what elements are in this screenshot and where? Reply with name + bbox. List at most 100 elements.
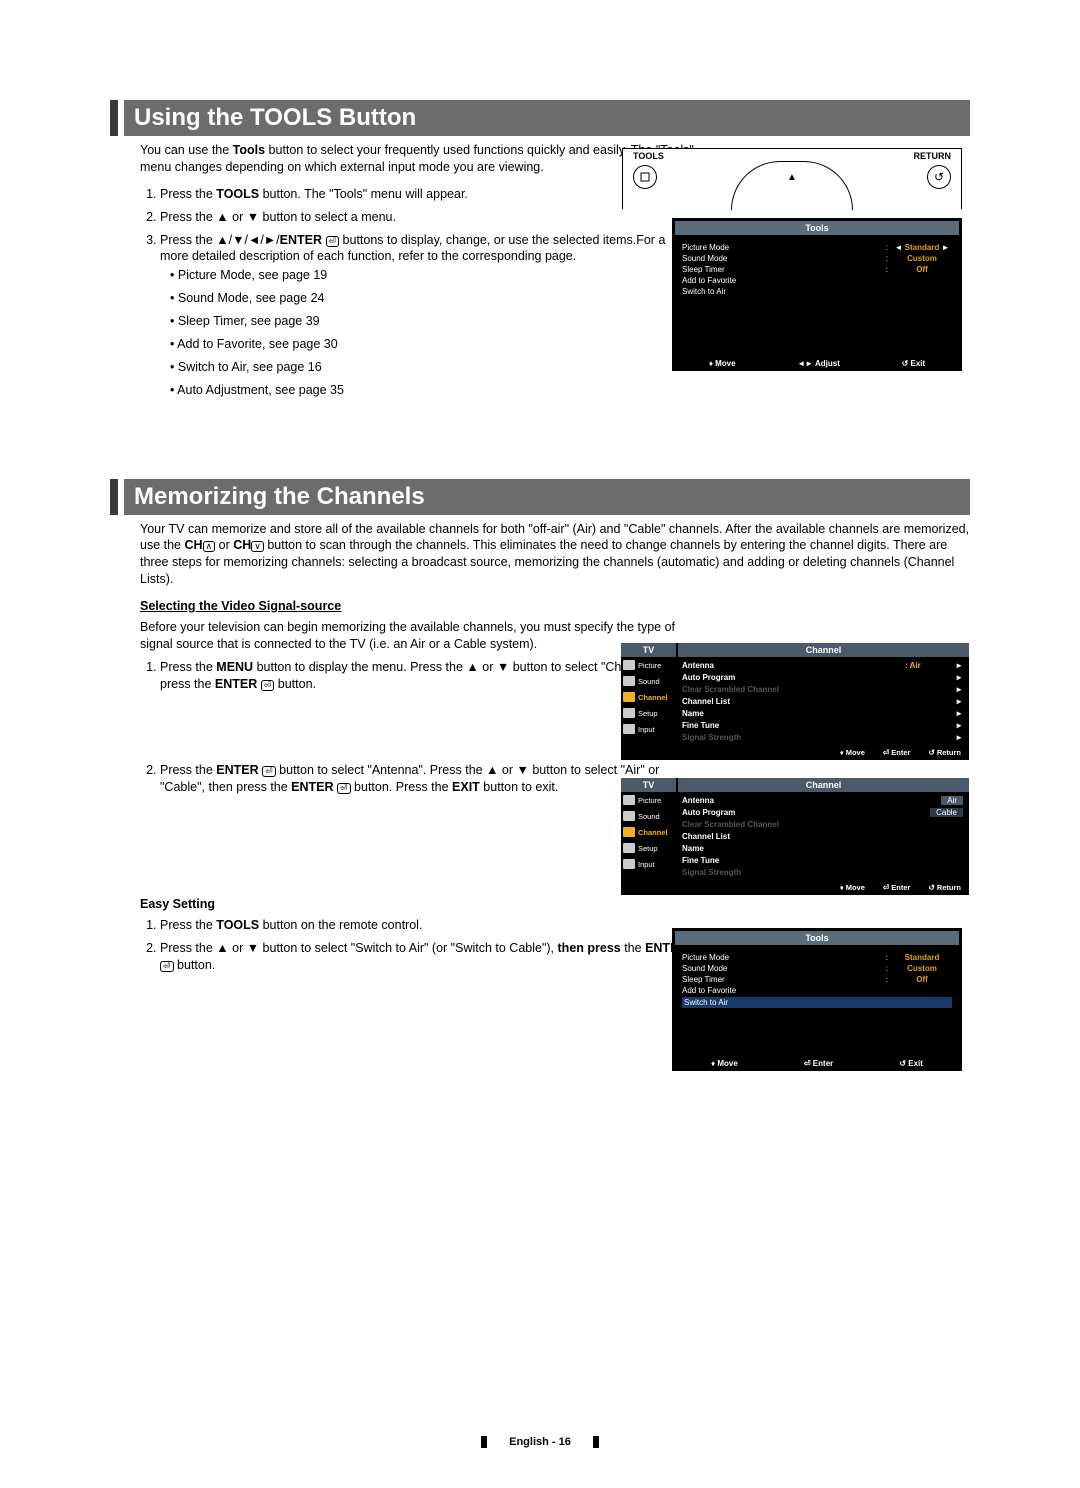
clabel: Clear Scrambled Channel bbox=[682, 685, 955, 694]
footer-text: English - 16 bbox=[481, 1436, 599, 1448]
side-channel: Channel bbox=[621, 689, 676, 705]
txt: TOOLS bbox=[216, 918, 259, 932]
clabel: Channel List bbox=[682, 832, 963, 841]
osd-body: Picture Mode:Standard Sound Mode:Custom … bbox=[672, 948, 962, 1056]
txt: Sound bbox=[638, 812, 660, 821]
tv-main: Picture Sound Channel Setup Input Antenn… bbox=[621, 792, 969, 880]
crow: Antenna: Air► bbox=[682, 659, 963, 671]
txt: the bbox=[621, 941, 645, 955]
txt: or bbox=[215, 538, 233, 552]
hint-return: ↺ Return bbox=[928, 883, 961, 892]
osd-val: Off bbox=[892, 265, 952, 274]
txt: Press the bbox=[160, 660, 216, 674]
tools-label: TOOLS bbox=[633, 151, 664, 161]
osd-row: Sound Mode: Custom bbox=[682, 253, 952, 264]
bullet: Switch to Air, see page 16 bbox=[170, 359, 690, 376]
tv-menu-1: TV Channel Picture Sound Channel Setup I… bbox=[621, 643, 969, 760]
enter-icon: ⏎ bbox=[160, 961, 174, 972]
side-picture: Picture bbox=[621, 657, 676, 673]
osd-hints: ♦ Move ◄► Adjust ↺ Exit bbox=[672, 356, 962, 371]
step-3: Press the ▲/▼/◄/►/ENTER ⏎ buttons to dis… bbox=[160, 232, 690, 399]
txt: button to exit. bbox=[480, 780, 559, 794]
side-sound: Sound bbox=[621, 673, 676, 689]
heading-text: Memorizing the Channels bbox=[124, 479, 970, 515]
osd-label: Sleep Timer bbox=[682, 975, 882, 984]
clabel: Antenna bbox=[682, 796, 937, 805]
section-channels-heading: Memorizing the Channels bbox=[110, 479, 970, 515]
tools-osd-1: Tools Picture Mode:Standard Sound Mode: C… bbox=[672, 218, 962, 371]
osd-sep: : bbox=[886, 975, 888, 984]
crow: Auto Program Cable bbox=[682, 806, 963, 818]
bullet: Sleep Timer, see page 39 bbox=[170, 313, 690, 330]
manual-page: Using the TOOLS Button You can use the T… bbox=[0, 0, 1080, 1488]
hint-enter: ⏎ Enter bbox=[883, 883, 911, 892]
tv-sidebar: Picture Sound Channel Setup Input bbox=[621, 657, 676, 745]
crow: Clear Scrambled Channel bbox=[682, 818, 963, 830]
osd-row: Sleep Timer: Off bbox=[682, 974, 952, 985]
osd-val: Custom bbox=[892, 254, 952, 263]
txt: button. The "Tools" menu will appear. bbox=[259, 187, 468, 201]
picture-icon bbox=[623, 795, 635, 805]
osd-sep: : bbox=[886, 254, 888, 263]
tv-topbar: TV Channel bbox=[621, 643, 969, 657]
accent-bar bbox=[110, 479, 118, 515]
osd-label-highlight: Switch to Air bbox=[682, 997, 952, 1008]
osd-row: Add to Favorite bbox=[682, 985, 952, 996]
bullet: Auto Adjustment, see page 35 bbox=[170, 382, 690, 399]
input-icon bbox=[623, 859, 635, 869]
accent-bar bbox=[110, 100, 118, 136]
osd-label: Switch to Air bbox=[682, 287, 952, 296]
txt: CH bbox=[233, 538, 251, 552]
enter-icon: ⏎ bbox=[261, 680, 275, 691]
crow: Channel List bbox=[682, 830, 963, 842]
txt: Input bbox=[638, 725, 655, 734]
osd-val: Off bbox=[892, 975, 952, 984]
return-button-icon: ↺ bbox=[927, 165, 951, 189]
osd-row: Switch to Air bbox=[682, 286, 952, 297]
txt: then press bbox=[558, 941, 621, 955]
txt: Picture bbox=[638, 796, 661, 805]
clabel: Signal Strength bbox=[682, 868, 963, 877]
txt: Channel bbox=[638, 828, 668, 837]
sound-icon bbox=[623, 811, 635, 821]
osd-label: Add to Favorite bbox=[682, 986, 952, 995]
bullet: Picture Mode, see page 19 bbox=[170, 267, 690, 284]
crow: Name► bbox=[682, 707, 963, 719]
side-setup: Setup bbox=[621, 840, 676, 856]
txt: button on the remote control. bbox=[259, 918, 422, 932]
page-footer: English - 16 bbox=[0, 1436, 1080, 1448]
crow: Fine Tune► bbox=[682, 719, 963, 731]
tools-steps: Press the TOOLS button. The "Tools" menu… bbox=[140, 186, 690, 399]
txt: MENU bbox=[216, 660, 253, 674]
osd-row: Picture Mode:Standard bbox=[682, 242, 952, 253]
osd-label: Sound Mode bbox=[682, 254, 882, 263]
clabel: Name bbox=[682, 844, 963, 853]
osd-title: Tools bbox=[675, 221, 959, 235]
arrow-icon: ► bbox=[955, 685, 963, 694]
txt: ENTER bbox=[280, 233, 322, 247]
txt: Sound bbox=[638, 677, 660, 686]
channel-steps: Press the MENU button to display the men… bbox=[140, 659, 700, 797]
crow: Name bbox=[682, 842, 963, 854]
hint-enter: ⏎ Enter bbox=[883, 748, 911, 757]
arrow-icon: ► bbox=[955, 709, 963, 718]
ch-up-icon: ∧ bbox=[203, 541, 216, 552]
clabel: Signal Strength bbox=[682, 733, 955, 742]
hint-move: ♦ Move bbox=[711, 1059, 738, 1068]
txt: Setup bbox=[638, 844, 658, 853]
step-2: Press the ENTER ⏎ button to select "Ante… bbox=[160, 762, 700, 796]
channel-icon bbox=[623, 827, 635, 837]
easy-steps: Press the TOOLS button on the remote con… bbox=[140, 917, 700, 974]
side-setup: Setup bbox=[621, 705, 676, 721]
hint-return: ↺ Return bbox=[928, 748, 961, 757]
option-air: Air bbox=[941, 796, 963, 805]
osd-row: Sleep Timer:Off bbox=[682, 264, 952, 275]
arrow-icon: ► bbox=[955, 733, 963, 742]
tv-badge: TV bbox=[621, 778, 676, 792]
clabel: Auto Program bbox=[682, 808, 926, 817]
txt: Press the bbox=[160, 918, 216, 932]
txt: EXIT bbox=[452, 780, 480, 794]
txt: CH bbox=[184, 538, 202, 552]
tv-hints: ♦ Move ⏎ Enter ↺ Return bbox=[621, 745, 969, 760]
txt: ENTER bbox=[216, 763, 258, 777]
